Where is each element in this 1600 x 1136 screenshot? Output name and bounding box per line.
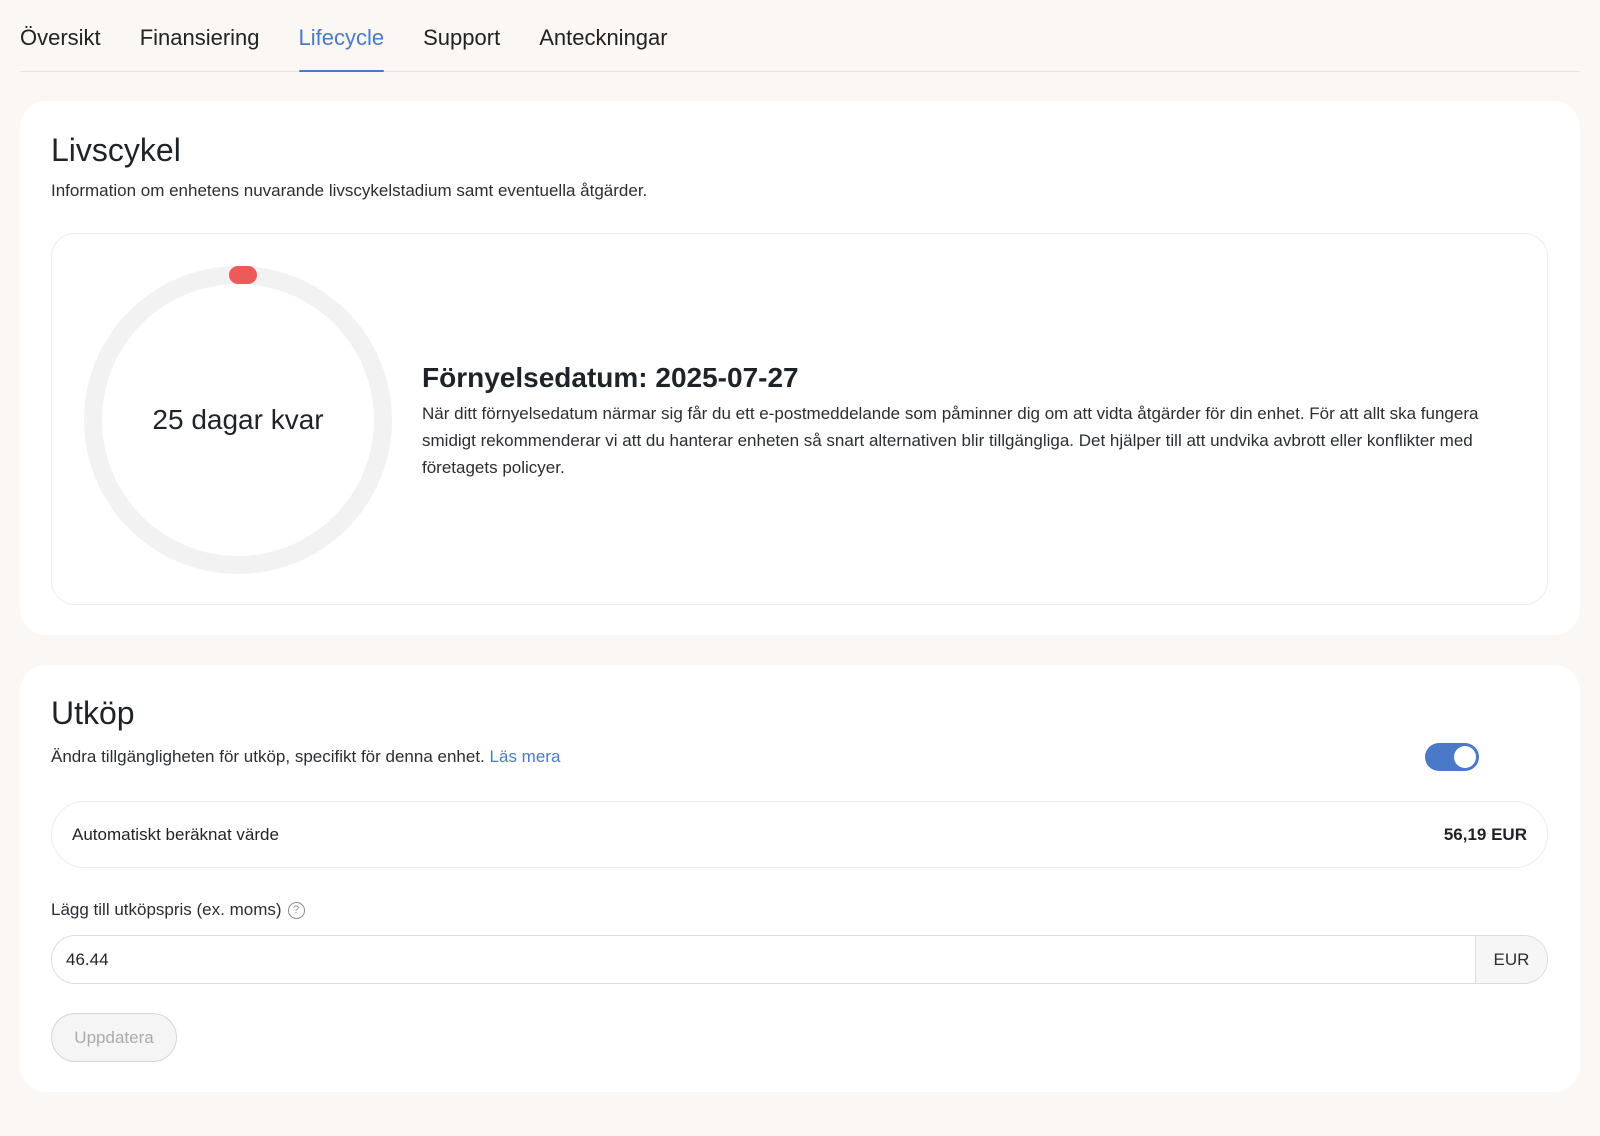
buyout-price-input[interactable]: [52, 936, 1475, 983]
tab-lifecycle[interactable]: Lifecycle: [298, 25, 384, 72]
days-left-label: 25 dagar kvar: [152, 404, 324, 435]
tab-oversikt[interactable]: Översikt: [20, 25, 101, 71]
tab-anteckningar[interactable]: Anteckningar: [539, 25, 667, 71]
buyout-description: Ändra tillgängligheten för utköp, specif…: [51, 747, 560, 767]
update-button[interactable]: Uppdatera: [51, 1013, 177, 1062]
question-circle-icon[interactable]: ?: [287, 901, 305, 919]
countdown-ring: 25 dagar kvar: [80, 262, 396, 578]
price-label-text: Lägg till utköpspris (ex. moms): [51, 900, 282, 919]
tab-finansiering[interactable]: Finansiering: [140, 25, 260, 71]
buyout-toggle[interactable]: [1425, 743, 1479, 771]
auto-value-row: Automatiskt beräknat värde 56,19 EUR: [51, 801, 1548, 868]
tab-bar: Översikt Finansiering Lifecycle Support …: [20, 0, 1580, 72]
buyout-card: Utköp Ändra tillgängligheten för utköp, …: [20, 665, 1580, 1092]
lifecycle-title: Livscykel: [51, 132, 181, 168]
buyout-description-text: Ändra tillgängligheten för utköp, specif…: [51, 747, 485, 766]
auto-value-amount: 56,19 EUR: [1443, 824, 1527, 844]
buyout-title: Utköp: [51, 695, 135, 731]
lifecycle-card: Livscykel Information om enhetens nuvara…: [20, 101, 1580, 635]
currency-addon: EUR: [1475, 936, 1547, 983]
read-more-link[interactable]: Läs mera: [490, 747, 561, 766]
tab-support[interactable]: Support: [423, 25, 500, 71]
price-field-label: Lägg till utköpspris (ex. moms) ?: [51, 900, 305, 920]
renewal-date-title: Förnyelsedatum: 2025-07-27: [422, 362, 799, 393]
lifecycle-subtitle: Information om enhetens nuvarande livscy…: [51, 181, 648, 200]
renewal-description: När ditt förnyelsedatum närmar sig får d…: [422, 404, 1479, 477]
auto-value-label: Automatiskt beräknat värde: [72, 824, 279, 844]
price-input-group: EUR: [51, 935, 1548, 984]
toggle-knob: [1454, 746, 1476, 768]
renewal-panel: 25 dagar kvar Förnyelsedatum: 2025-07-27…: [51, 233, 1548, 605]
